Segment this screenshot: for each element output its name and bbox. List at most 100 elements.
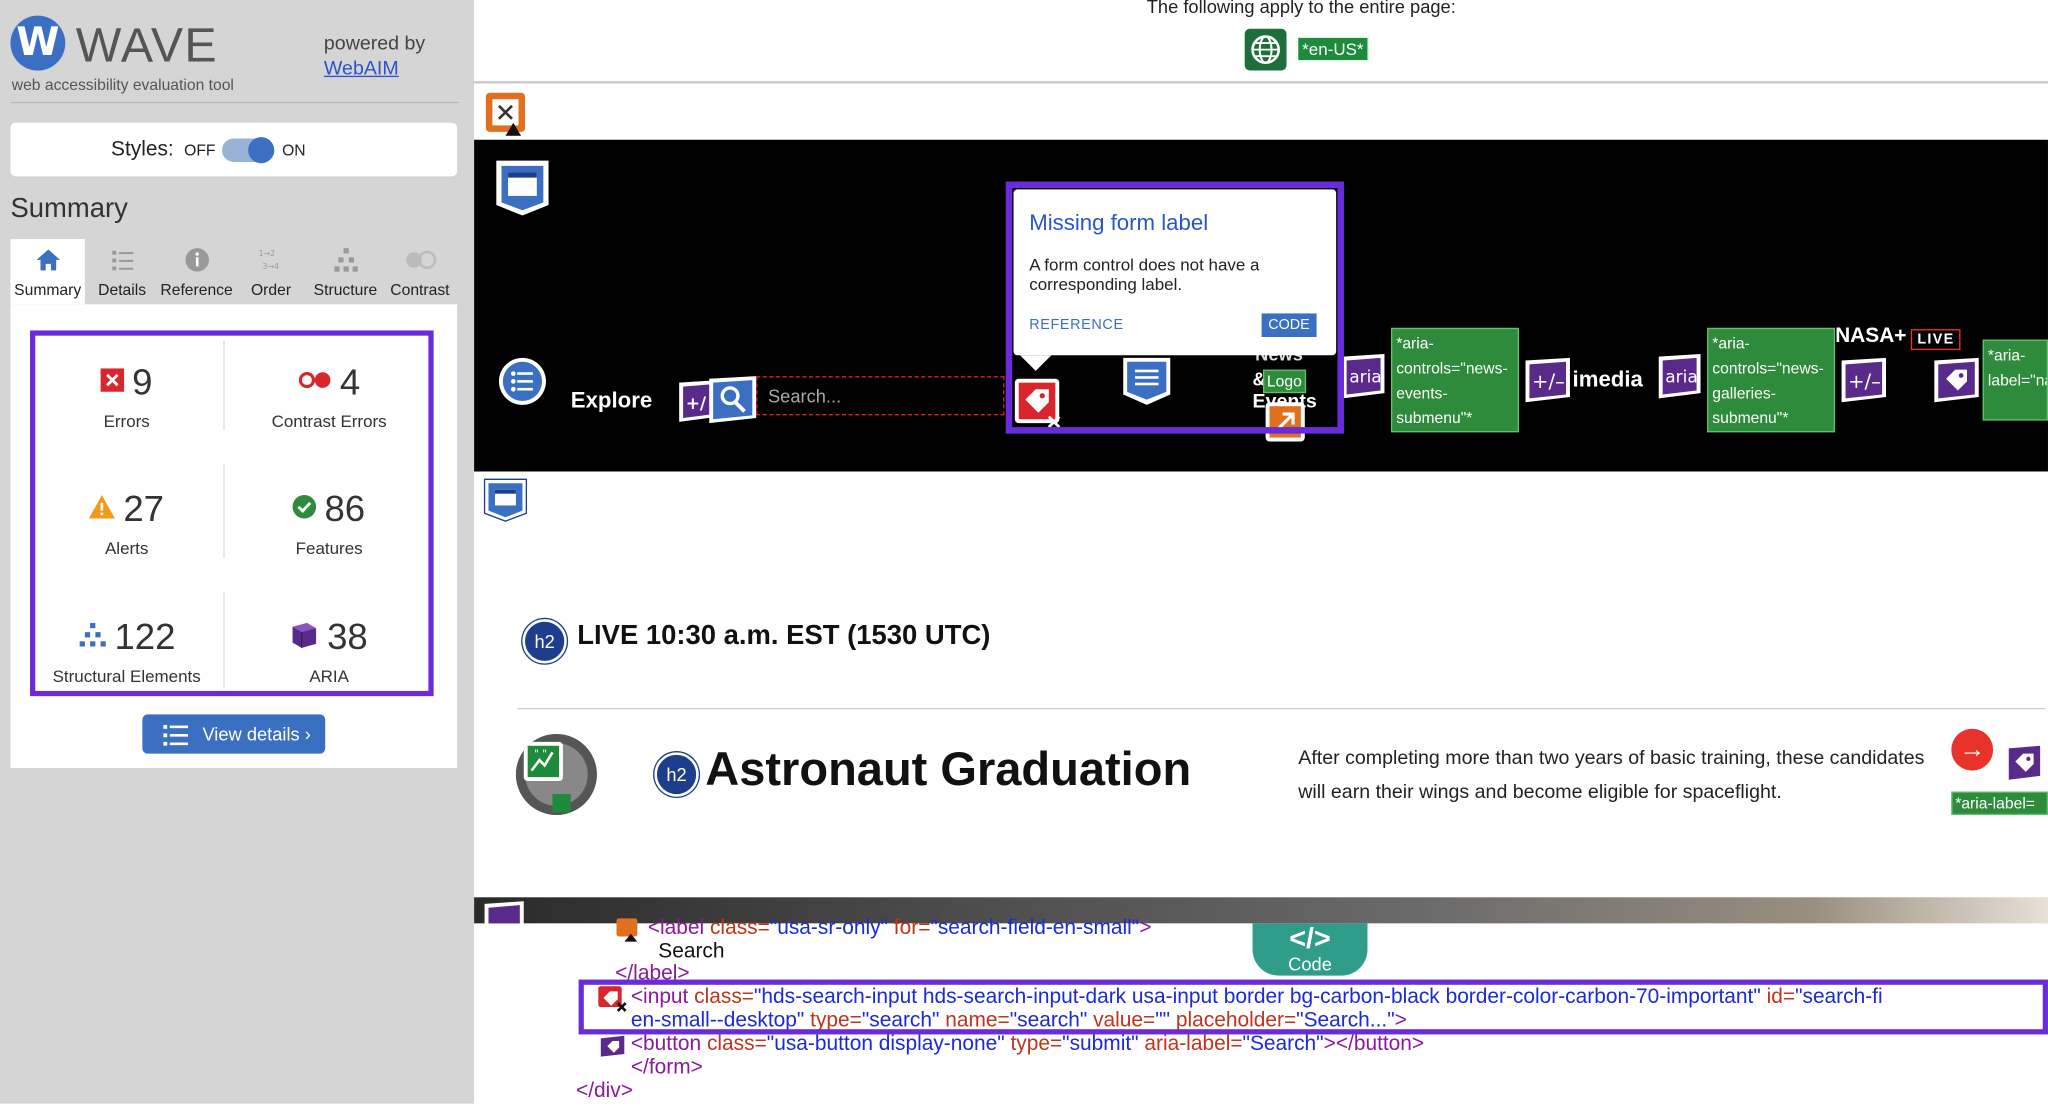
styles-off-label: OFF	[184, 141, 216, 160]
tab-details[interactable]: Details	[85, 239, 159, 304]
sidebar-divider	[10, 101, 459, 104]
contrast-errors-label: Contrast Errors	[271, 411, 387, 432]
svg-text:aria: aria	[1665, 368, 1698, 388]
stat-divider	[223, 463, 225, 558]
view-details-label: View details ›	[202, 723, 311, 745]
aria-expanded-icon-2[interactable]: +/–	[1523, 355, 1573, 411]
svg-text:3→4: 3→4	[262, 262, 279, 271]
wave-sidebar: W WAVE web accessibility evaluation tool…	[0, 0, 475, 1104]
svg-text:aria: aria	[1349, 368, 1382, 388]
language-globe-icon[interactable]	[1244, 28, 1287, 71]
explore-menu[interactable]: Explore	[571, 388, 652, 414]
errors-label: Errors	[103, 411, 150, 432]
styles-on-label: ON	[282, 141, 306, 160]
code-icon: </>	[1289, 922, 1331, 955]
alert-image-icon[interactable]	[485, 91, 529, 142]
details-list-icon	[163, 724, 189, 750]
errors-count: 9	[132, 361, 153, 403]
view-details-button[interactable]: View details ›	[142, 714, 326, 754]
code-toggle-tab[interactable]: </> Code	[1252, 922, 1368, 976]
main-region-icon[interactable]	[482, 477, 529, 531]
tab-structure[interactable]: Structure	[308, 239, 382, 304]
wave-tagline: web accessibility evaluation tool	[11, 75, 234, 95]
content-divider	[517, 707, 2046, 710]
read-more-arrow-button[interactable]: →	[1951, 728, 1994, 771]
error-icon	[100, 367, 125, 398]
tab-order[interactable]: 1→2 3→4 Order	[234, 239, 308, 304]
aria-count: 38	[327, 616, 368, 657]
svg-text:1→2: 1→2	[258, 249, 275, 258]
header-region-icon[interactable]	[494, 158, 551, 225]
nav-list-icon[interactable]	[496, 355, 548, 414]
tab-label: Summary	[14, 280, 82, 300]
live-heading: LIVE 10:30 a.m. EST (1530 UTC)	[577, 620, 991, 651]
astronaut-graduation-heading[interactable]: Astronaut Graduation	[705, 742, 1191, 797]
tab-contrast[interactable]: Contrast	[383, 239, 457, 304]
code-line-label-text: Search	[658, 940, 725, 963]
astronaut-thumbnail[interactable]: " "	[515, 734, 597, 816]
styles-toggle-panel: Styles: OFF ON	[10, 122, 458, 177]
live-badge: LIVE	[1910, 329, 1962, 351]
stat-divider	[223, 340, 225, 430]
contrast-errors-count: 4	[339, 361, 361, 403]
astronaut-description: After completing more than two years of …	[1298, 747, 1925, 804]
h2-heading-icon-2[interactable]: h2	[654, 752, 699, 797]
order-icon: 1→2 3→4	[234, 247, 308, 273]
structure-icon	[308, 247, 382, 273]
feature-check-icon	[293, 494, 317, 524]
code-alert-icon[interactable]	[615, 918, 641, 948]
code-aria-icon[interactable]	[599, 1034, 625, 1064]
alert-icon	[89, 494, 116, 524]
structural-count: 122	[114, 616, 176, 657]
aria-label-navigation-tag: *aria-label="navigat	[1982, 339, 2048, 421]
webaim-link[interactable]: WebAIM	[324, 57, 399, 79]
aria-icon-2[interactable]: aria	[1656, 351, 1703, 410]
svg-text:+/–: +/–	[1848, 370, 1881, 393]
aria-expanded-icon-3[interactable]: +/–	[1839, 355, 1889, 411]
svg-text:+/: +/	[686, 394, 707, 414]
aria-controls-news-tag: *aria-controls="news-events-submenu"*	[1390, 327, 1519, 433]
tab-label: Details	[98, 280, 147, 300]
nasa-plus-link[interactable]: NASA+	[1835, 325, 1906, 349]
toggle-knob	[248, 137, 275, 164]
wave-logo-text: WAVE	[75, 18, 218, 72]
styles-toggle[interactable]	[222, 137, 275, 164]
language-tag: *en-US*	[1296, 36, 1369, 62]
tooltip-highlight-box	[1005, 181, 1344, 434]
wave-logo-icon: W	[10, 15, 66, 71]
search-magnify-icon[interactable]	[707, 374, 759, 435]
structural-label: Structural Elements	[52, 666, 201, 686]
page-wide-message: The following apply to the entire page:	[1146, 0, 1456, 17]
summary-stats-box: 9 Errors 4 Contrast Errors 27 Alerts 86 …	[30, 330, 434, 697]
sidebar-tabs: Summary Details Reference 1→2 3→4 Order S…	[10, 239, 457, 305]
tab-summary[interactable]: Summary	[10, 239, 85, 305]
home-icon	[10, 247, 84, 273]
aria-icon[interactable]: aria	[1340, 351, 1387, 410]
code-error-highlight-box	[578, 979, 2048, 1035]
aria-cube-icon	[291, 620, 320, 655]
media-fragment[interactable]: imedia	[1573, 367, 1643, 393]
features-count: 86	[324, 488, 366, 529]
code-line-div-close: </div>	[575, 1080, 633, 1103]
svg-text:+/–: +/–	[1532, 370, 1565, 393]
contrast-icon	[383, 247, 457, 273]
tab-label: Structure	[313, 280, 378, 300]
nav-search-input[interactable]: Search...	[756, 376, 1005, 416]
aria-label-icon[interactable]	[1932, 355, 1982, 411]
tab-label: Order	[250, 280, 292, 300]
tab-reference[interactable]: Reference	[159, 239, 233, 304]
aria-label-icon-2[interactable]	[2002, 739, 2046, 793]
powered-by-label: powered by	[323, 32, 426, 55]
h2-heading-icon[interactable]: h2	[522, 619, 567, 664]
aria-label: ARIA	[309, 666, 349, 686]
code-line-label-open: <label class="usa-sr-only" for="search-f…	[647, 916, 1152, 940]
stat-divider	[223, 591, 225, 689]
code-tab-label: Code	[1288, 953, 1332, 975]
tab-label: Contrast	[390, 280, 450, 300]
aria-controls-galleries-tag: *aria-controls="news-galleries-submenu"*	[1707, 327, 1836, 433]
svg-text:" ": " "	[534, 749, 547, 761]
alerts-count: 27	[123, 488, 165, 529]
structural-icon	[78, 622, 107, 652]
list-icon	[85, 247, 159, 273]
contrast-error-icon	[298, 370, 332, 395]
